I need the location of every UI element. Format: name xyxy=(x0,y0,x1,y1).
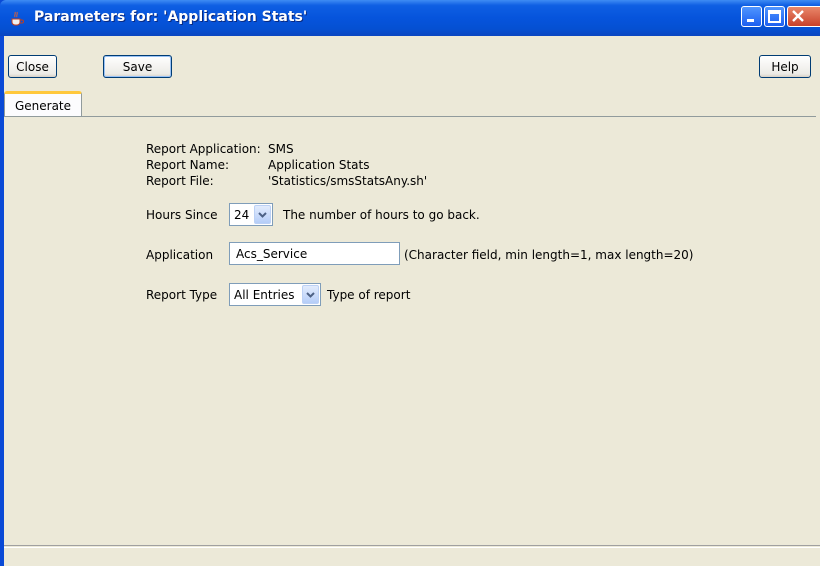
tab-generate[interactable]: Generate xyxy=(4,91,82,117)
help-button[interactable]: Help xyxy=(759,55,811,78)
report-type-select[interactable]: All Entries xyxy=(229,283,321,306)
report-type-label: Report Type xyxy=(146,288,218,302)
maximize-button[interactable] xyxy=(764,6,785,27)
report-file-value: 'Statistics/smsStatsAny.sh' xyxy=(268,174,428,188)
save-button[interactable]: Save xyxy=(103,55,172,78)
minimize-icon xyxy=(747,19,754,22)
tab-generate-label: Generate xyxy=(14,98,72,113)
report-type-dropdown-button[interactable] xyxy=(302,285,319,304)
hours-since-description: The number of hours to go back. xyxy=(283,208,480,222)
maximize-icon xyxy=(768,10,781,23)
window-title: Parameters for: 'Application Stats' xyxy=(34,9,308,25)
report-application-label: Report Application: xyxy=(146,142,261,156)
close-button[interactable]: Close xyxy=(8,55,57,78)
application-input[interactable]: Acs_Service xyxy=(229,242,400,265)
report-type-description: Type of report xyxy=(327,288,411,302)
report-type-value: All Entries xyxy=(234,287,295,302)
hours-since-dropdown-button[interactable] xyxy=(254,205,271,224)
hours-since-value: 24 xyxy=(234,207,250,222)
generate-panel: Report Application: SMS Report Name: App… xyxy=(4,116,816,546)
title-bar[interactable]: Parameters for: 'Application Stats' xyxy=(0,0,820,36)
minimize-button[interactable] xyxy=(741,6,762,27)
report-file-label: Report File: xyxy=(146,174,214,188)
hours-since-select[interactable]: 24 xyxy=(229,203,273,226)
close-window-button[interactable] xyxy=(787,6,820,27)
chevron-down-icon xyxy=(258,211,267,218)
report-application-value: SMS xyxy=(268,142,294,156)
status-bar xyxy=(4,545,820,566)
hours-since-label: Hours Since xyxy=(146,208,218,222)
report-name-label: Report Name: xyxy=(146,158,230,172)
report-name-value: Application Stats xyxy=(268,158,370,172)
close-icon xyxy=(792,10,804,22)
dialog-window: Parameters for: 'Application Stats' Clos… xyxy=(0,0,820,566)
java-cup-icon xyxy=(11,11,24,26)
application-label: Application xyxy=(146,248,214,262)
application-input-value: Acs_Service xyxy=(236,246,308,261)
application-description: (Character field, min length=1, max leng… xyxy=(404,248,694,262)
chevron-down-icon xyxy=(306,291,315,298)
